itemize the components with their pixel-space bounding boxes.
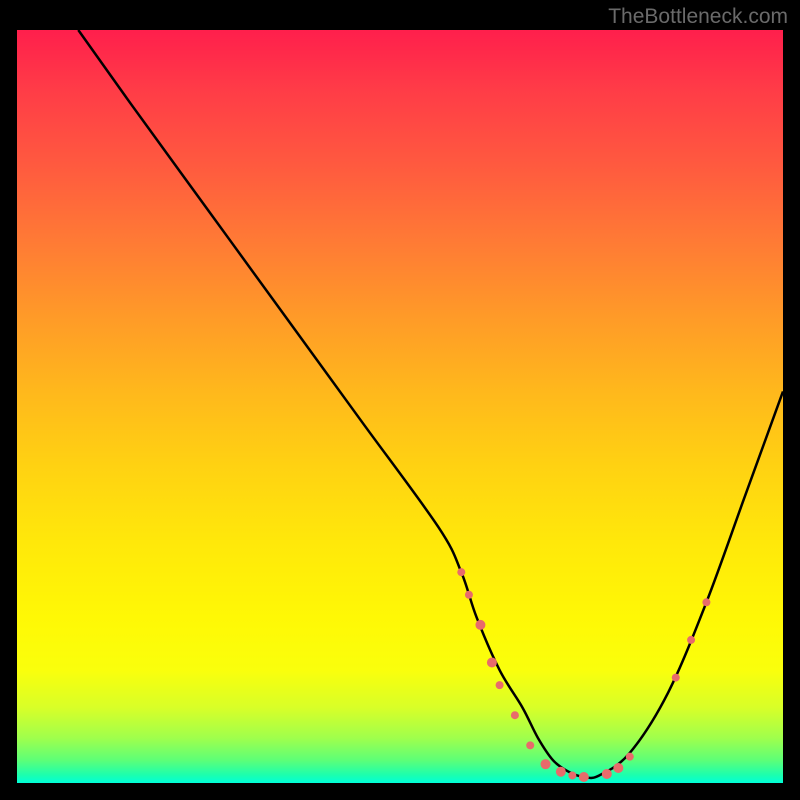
data-marker — [672, 674, 680, 682]
data-marker — [626, 753, 634, 761]
data-marker — [487, 658, 497, 668]
markers-group — [457, 568, 710, 782]
chart-svg — [17, 30, 783, 783]
data-marker — [526, 741, 534, 749]
data-marker — [541, 759, 551, 769]
data-marker — [556, 767, 566, 777]
data-marker — [511, 711, 519, 719]
data-marker — [465, 591, 473, 599]
chart-plot-area — [17, 30, 783, 783]
data-marker — [475, 620, 485, 630]
data-marker — [702, 598, 710, 606]
data-marker — [579, 772, 589, 782]
data-marker — [602, 769, 612, 779]
data-marker — [613, 763, 623, 773]
data-marker — [687, 636, 695, 644]
watermark-text: TheBottleneck.com — [608, 5, 788, 29]
data-marker — [496, 681, 504, 689]
data-marker — [568, 771, 576, 779]
data-marker — [457, 568, 465, 576]
curve-line — [78, 30, 783, 778]
